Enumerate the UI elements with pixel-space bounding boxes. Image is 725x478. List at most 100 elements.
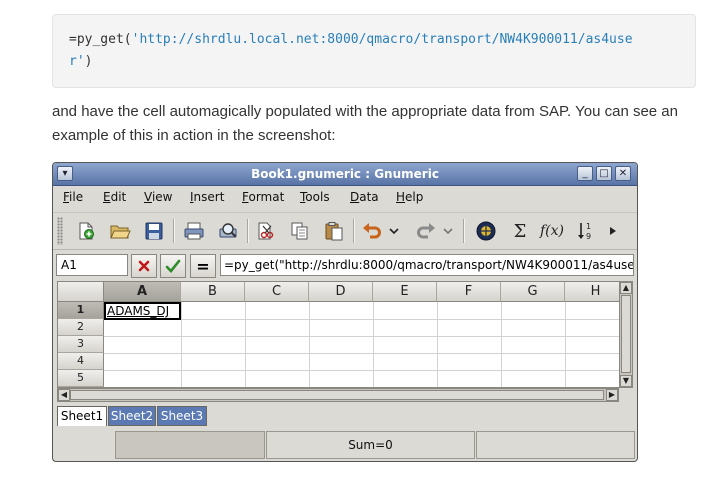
save-icon xyxy=(145,222,163,240)
menu-format[interactable]: Format xyxy=(242,190,284,204)
column-header[interactable]: E xyxy=(373,282,437,302)
grid-line xyxy=(501,302,502,387)
name-box[interactable]: A1 xyxy=(56,254,128,276)
grid-line xyxy=(309,302,310,387)
menu-tools[interactable]: Tools xyxy=(300,190,330,204)
column-header[interactable]: G xyxy=(501,282,565,302)
grid-line xyxy=(245,302,246,387)
paste-icon xyxy=(325,222,343,241)
column-header[interactable]: A xyxy=(104,282,181,302)
vertical-scrollbar[interactable]: ▲ ▼ xyxy=(619,281,633,388)
status-progress-pane xyxy=(115,431,265,459)
horizontal-scroll-thumb[interactable] xyxy=(70,390,604,400)
web-button[interactable] xyxy=(473,218,499,244)
sort-button[interactable]: 19 xyxy=(573,218,599,244)
code-prefix: =py_get( xyxy=(69,32,132,47)
spreadsheet-grid[interactable]: A B C D E F G H 1 2 3 4 5 ADAMS_DJ xyxy=(57,281,620,388)
edit-formula-button[interactable]: = xyxy=(190,254,216,278)
toolbar-separator xyxy=(247,219,249,243)
accept-edit-button[interactable] xyxy=(160,254,186,278)
more-icon xyxy=(610,227,616,235)
undo-button[interactable] xyxy=(359,218,385,244)
sum-button[interactable]: Σ xyxy=(507,218,533,244)
title-bar[interactable]: Book1.gnumeric : Gnumeric ▾ _ □ ✕ xyxy=(53,163,637,186)
tab-sheet3[interactable]: Sheet3 xyxy=(157,406,207,426)
menu-bar: File Edit View Insert Format Tools Data … xyxy=(53,186,637,208)
sort-icon: 19 xyxy=(578,222,591,241)
cancel-edit-button[interactable] xyxy=(131,254,157,278)
function-icon: f(x) xyxy=(539,223,564,239)
toolbar: Σ f(x) 19 xyxy=(53,212,637,250)
scroll-left-button[interactable]: ◀ xyxy=(58,389,70,401)
redo-dropdown[interactable] xyxy=(441,218,455,244)
tab-sheet2[interactable]: Sheet2 xyxy=(108,406,156,426)
undo-icon xyxy=(363,223,381,239)
menu-file[interactable]: File xyxy=(63,190,83,204)
redo-icon xyxy=(417,223,435,239)
scroll-right-button[interactable]: ▶ xyxy=(606,389,618,401)
menu-edit[interactable]: Edit xyxy=(103,190,126,204)
menu-insert[interactable]: Insert xyxy=(190,190,224,204)
row-header[interactable]: 4 xyxy=(58,353,104,370)
arrow-down-icon: ▼ xyxy=(622,376,630,385)
toolbar-separator xyxy=(173,219,175,243)
function-button[interactable]: f(x) xyxy=(537,218,567,244)
print-icon xyxy=(184,222,204,240)
menu-help[interactable]: Help xyxy=(396,190,423,204)
row-header[interactable]: 2 xyxy=(58,319,104,336)
chevron-down-icon: ▾ xyxy=(62,168,68,179)
close-button[interactable]: ✕ xyxy=(615,166,631,181)
save-button[interactable] xyxy=(141,218,167,244)
scroll-down-button[interactable]: ▼ xyxy=(620,375,632,387)
new-button[interactable] xyxy=(73,218,99,244)
toolbar-separator xyxy=(353,219,355,243)
new-icon xyxy=(79,222,94,240)
svg-text:1: 1 xyxy=(586,222,591,231)
checkmark-icon xyxy=(165,259,181,273)
copy-icon xyxy=(291,222,308,240)
print-button[interactable] xyxy=(181,218,207,244)
paste-button[interactable] xyxy=(321,218,347,244)
minimize-button[interactable]: _ xyxy=(577,166,593,181)
code-block: =py_get('http://shrdlu.local.net:8000/qm… xyxy=(52,14,696,88)
horizontal-scrollbar[interactable]: ◀ ▶ xyxy=(57,388,619,402)
grid-line xyxy=(104,370,619,371)
grid-line xyxy=(104,319,619,320)
scroll-up-button[interactable]: ▲ xyxy=(620,282,632,294)
sum-icon: Σ xyxy=(513,220,527,242)
tab-sheet1[interactable]: Sheet1 xyxy=(57,406,107,426)
grid-line xyxy=(565,302,566,387)
column-header[interactable]: H xyxy=(565,282,619,302)
window-menu-button[interactable]: ▾ xyxy=(57,166,73,181)
column-header[interactable]: C xyxy=(245,282,309,302)
maximize-button[interactable]: □ xyxy=(596,166,612,181)
column-header[interactable]: B xyxy=(181,282,245,302)
row-header[interactable]: 5 xyxy=(58,370,104,387)
cell-a1[interactable]: ADAMS_DJ xyxy=(104,302,181,320)
row-header[interactable]: 1 xyxy=(58,302,104,319)
open-button[interactable] xyxy=(107,218,133,244)
formula-input[interactable]: =py_get("http://shrdlu:8000/qmacro/trans… xyxy=(220,254,634,276)
window-title: Book1.gnumeric : Gnumeric xyxy=(251,167,439,181)
open-icon xyxy=(110,225,131,239)
row-header[interactable]: 3 xyxy=(58,336,104,353)
toolbar-overflow-button[interactable] xyxy=(605,218,621,244)
menu-data[interactable]: Data xyxy=(350,190,379,204)
cell-a1-value: ADAMS_DJ xyxy=(107,304,170,318)
sheet-tabs: Sheet1 Sheet2 Sheet3 xyxy=(57,406,634,427)
toolbar-grip[interactable] xyxy=(57,217,63,245)
vertical-scroll-thumb[interactable] xyxy=(621,295,631,373)
arrow-right-icon: ▶ xyxy=(608,390,616,399)
cut-button[interactable] xyxy=(253,218,279,244)
undo-dropdown[interactable] xyxy=(387,218,401,244)
cancel-icon xyxy=(138,260,150,272)
select-all-corner[interactable] xyxy=(58,282,104,302)
menu-view[interactable]: View xyxy=(144,190,172,204)
column-header[interactable]: D xyxy=(309,282,373,302)
column-header[interactable]: F xyxy=(437,282,501,302)
copy-button[interactable] xyxy=(287,218,313,244)
redo-button[interactable] xyxy=(413,218,439,244)
grid-line xyxy=(437,302,438,387)
status-mode-pane xyxy=(476,431,635,459)
print-preview-button[interactable] xyxy=(215,218,241,244)
